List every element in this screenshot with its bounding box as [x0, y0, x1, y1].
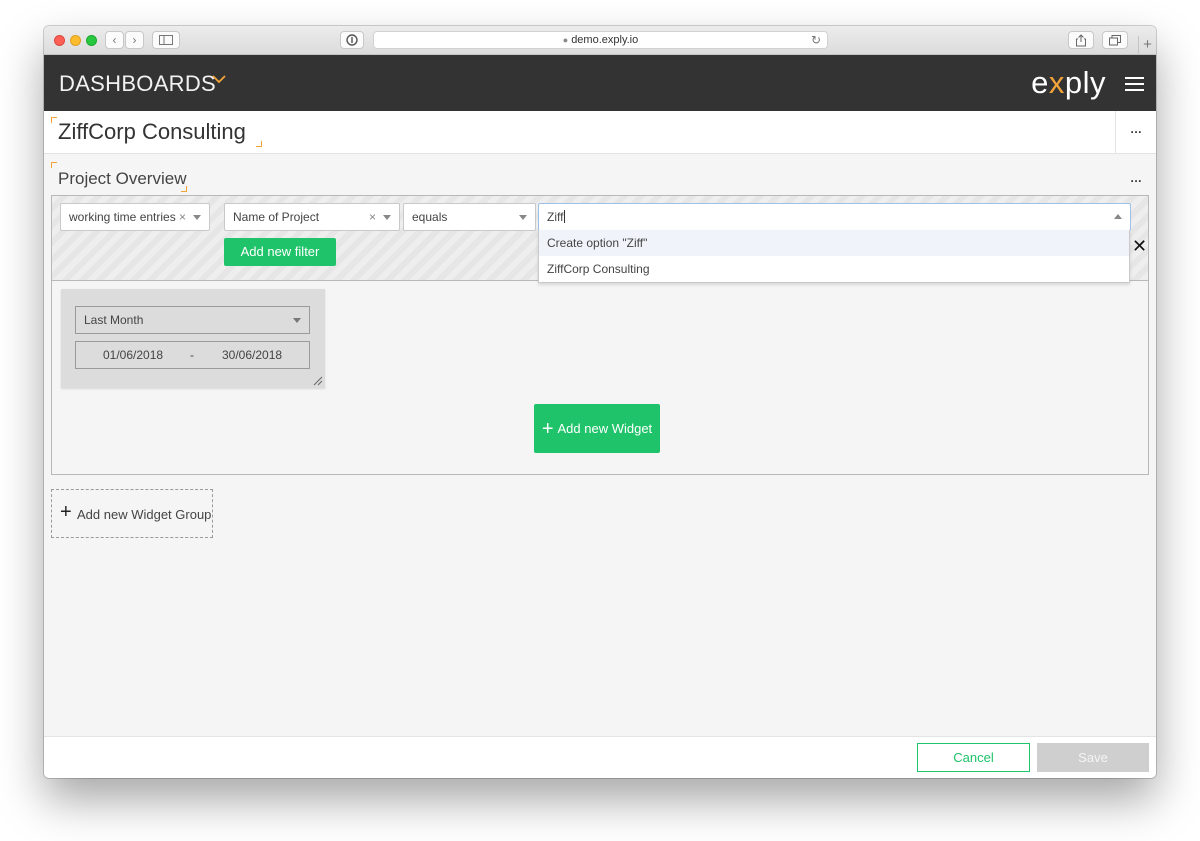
- chevron-down-icon[interactable]: [383, 215, 391, 220]
- dashboard-title[interactable]: ZiffCorp Consulting: [58, 119, 246, 145]
- date-range-widget: Last Month 01/06/2018 - 30/06/2018: [61, 289, 325, 388]
- share-icon[interactable]: [1068, 31, 1094, 49]
- forward-icon[interactable]: ›: [125, 31, 144, 49]
- cancel-button[interactable]: Cancel: [917, 743, 1030, 772]
- clear-icon[interactable]: ×: [179, 204, 186, 230]
- dashboards-menu-title[interactable]: DASHBOARDS: [59, 71, 216, 97]
- chevron-down-icon[interactable]: [193, 215, 201, 220]
- close-window-button[interactable]: [54, 35, 65, 46]
- date-range-preset-select[interactable]: Last Month: [75, 306, 310, 334]
- edit-corner-marker: [181, 186, 187, 192]
- filter-operator-value: equals: [412, 210, 448, 224]
- widget-group-title[interactable]: Project Overview: [58, 169, 186, 189]
- clear-icon[interactable]: ×: [369, 204, 376, 230]
- text-cursor: [564, 210, 566, 223]
- filter-value-input[interactable]: Ziff: [538, 203, 1131, 231]
- group-more-menu[interactable]: ...: [1130, 171, 1142, 185]
- back-icon[interactable]: ‹: [105, 31, 124, 49]
- add-widget-label: Add new Widget: [557, 421, 653, 436]
- lock-icon: ●: [562, 35, 569, 45]
- url-text: demo.exply.io: [571, 34, 639, 46]
- plus-icon: +: [60, 501, 72, 523]
- add-widget-group-button[interactable]: + Add new Widget Group: [51, 489, 213, 538]
- filter-operator-select[interactable]: equals: [403, 203, 536, 231]
- dropdown-option-ziffcorp[interactable]: ZiffCorp Consulting: [539, 256, 1129, 282]
- date-range-inputs: 01/06/2018 - 30/06/2018: [75, 341, 310, 369]
- add-filter-button[interactable]: Add new filter: [224, 238, 336, 266]
- exply-logo: exply: [1031, 65, 1106, 100]
- resize-handle-icon[interactable]: [313, 376, 323, 386]
- minimize-window-button[interactable]: [70, 35, 81, 46]
- filter-value-text: Ziff: [547, 210, 564, 224]
- footer-bar: Cancel Save: [44, 736, 1156, 778]
- tabs-overview-icon[interactable]: [1102, 31, 1128, 49]
- end-date-field[interactable]: 30/06/2018: [222, 342, 282, 368]
- edit-corner-marker: [256, 141, 262, 147]
- dashboard-more-menu[interactable]: ...: [1130, 122, 1142, 136]
- new-tab-icon[interactable]: +: [1138, 36, 1156, 55]
- edit-corner-marker: [51, 162, 57, 168]
- start-date-field[interactable]: 01/06/2018: [103, 342, 163, 368]
- browser-window: ‹ › ● demo.exply.io ↻ + DASHBOARDS exply …: [44, 26, 1156, 778]
- chevron-up-icon[interactable]: [1114, 214, 1122, 219]
- dropdown-option-create[interactable]: Create option "Ziff": [539, 230, 1129, 256]
- chevron-down-icon[interactable]: [212, 75, 226, 84]
- add-widget-group-label: Add new Widget Group: [77, 507, 212, 522]
- plus-icon: +: [541, 418, 554, 440]
- edit-corner-marker: [51, 117, 57, 123]
- filter-value-dropdown: Create option "Ziff" ZiffCorp Consulting: [538, 230, 1130, 283]
- sidebar-icon[interactable]: [152, 31, 180, 49]
- reload-icon[interactable]: ↻: [811, 32, 821, 48]
- divider: [1115, 111, 1116, 154]
- address-bar[interactable]: ● demo.exply.io ↻: [373, 31, 828, 49]
- app-header: DASHBOARDS exply: [44, 55, 1156, 111]
- hamburger-menu-icon[interactable]: [1125, 77, 1144, 91]
- zoom-window-button[interactable]: [86, 35, 97, 46]
- remove-filter-icon[interactable]: ✕: [1132, 237, 1147, 255]
- privacy-report-icon[interactable]: [340, 31, 364, 49]
- dashboard-title-bar: ZiffCorp Consulting ...: [44, 111, 1156, 154]
- filter-source-select[interactable]: working time entries ×: [60, 203, 210, 231]
- filter-field-value: Name of Project: [233, 210, 320, 224]
- date-separator: -: [190, 348, 194, 362]
- chevron-down-icon[interactable]: [519, 215, 527, 220]
- add-widget-button[interactable]: + Add new Widget: [534, 404, 660, 453]
- filter-field-select[interactable]: Name of Project ×: [224, 203, 400, 231]
- browser-toolbar: ‹ › ● demo.exply.io ↻ +: [44, 26, 1156, 55]
- date-range-preset-value: Last Month: [84, 313, 144, 327]
- save-button[interactable]: Save: [1037, 743, 1149, 772]
- filter-source-value: working time entries: [69, 210, 176, 224]
- chevron-down-icon: [293, 318, 301, 323]
